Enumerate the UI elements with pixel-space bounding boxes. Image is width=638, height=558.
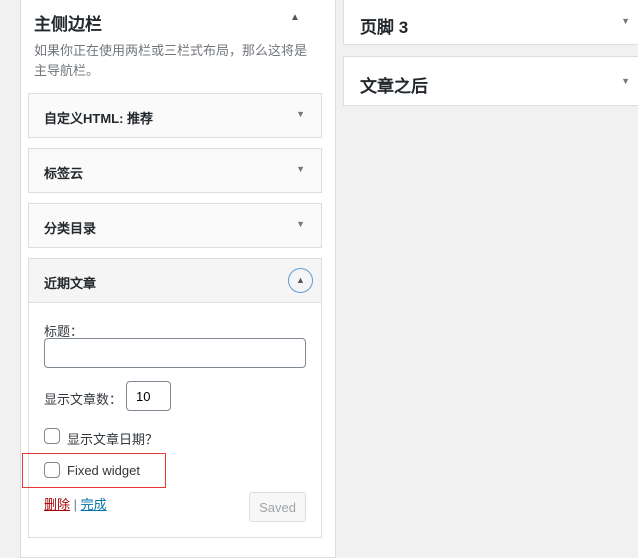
- show-date-checkbox[interactable]: [44, 428, 60, 444]
- widget-tag-cloud[interactable]: 标签云 ▼: [28, 148, 322, 193]
- widget-title: 自定义HTML: 推荐: [44, 111, 154, 126]
- widget-custom-html[interactable]: 自定义HTML: 推荐 ▼: [28, 93, 322, 138]
- widget-title: 近期文章: [44, 276, 97, 291]
- expand-icon[interactable]: ▼: [296, 219, 305, 229]
- separator: |: [73, 497, 78, 512]
- fixed-widget-label: Fixed widget: [67, 463, 140, 478]
- expand-icon[interactable]: ▼: [296, 164, 305, 174]
- widget-title: 分类目录: [44, 221, 97, 236]
- show-date-label: 显示文章日期？: [67, 432, 159, 447]
- done-link[interactable]: 完成: [81, 497, 107, 512]
- delete-link[interactable]: 删除: [44, 497, 70, 512]
- title-input[interactable]: [44, 338, 306, 368]
- sidebar-description: 如果你正在使用两栏或三栏式布局，那么这将是主导航栏。: [34, 43, 308, 78]
- saved-button[interactable]: Saved: [249, 492, 306, 522]
- expand-icon[interactable]: ▼: [621, 16, 630, 26]
- area-footer-3[interactable]: 页脚 3 ▼: [343, 0, 638, 45]
- sidebar-title: 主侧边栏: [34, 15, 102, 34]
- area-title: 文章之后: [360, 77, 428, 96]
- expand-icon[interactable]: ▼: [621, 76, 630, 86]
- fixed-widget-checkbox[interactable]: [44, 462, 60, 478]
- area-after-post[interactable]: 文章之后 ▼: [343, 56, 638, 106]
- widget-header[interactable]: 近期文章 ▲: [29, 259, 321, 303]
- expand-icon[interactable]: ▼: [296, 109, 305, 119]
- widget-categories[interactable]: 分类目录 ▼: [28, 203, 322, 248]
- collapse-icon[interactable]: ▲: [288, 268, 313, 293]
- widget-title: 标签云: [44, 166, 84, 181]
- collapse-sidebar-icon[interactable]: ▲: [290, 12, 300, 23]
- area-title: 页脚 3: [360, 18, 409, 37]
- count-label: 显示文章数：: [44, 392, 123, 407]
- count-input[interactable]: [126, 381, 171, 411]
